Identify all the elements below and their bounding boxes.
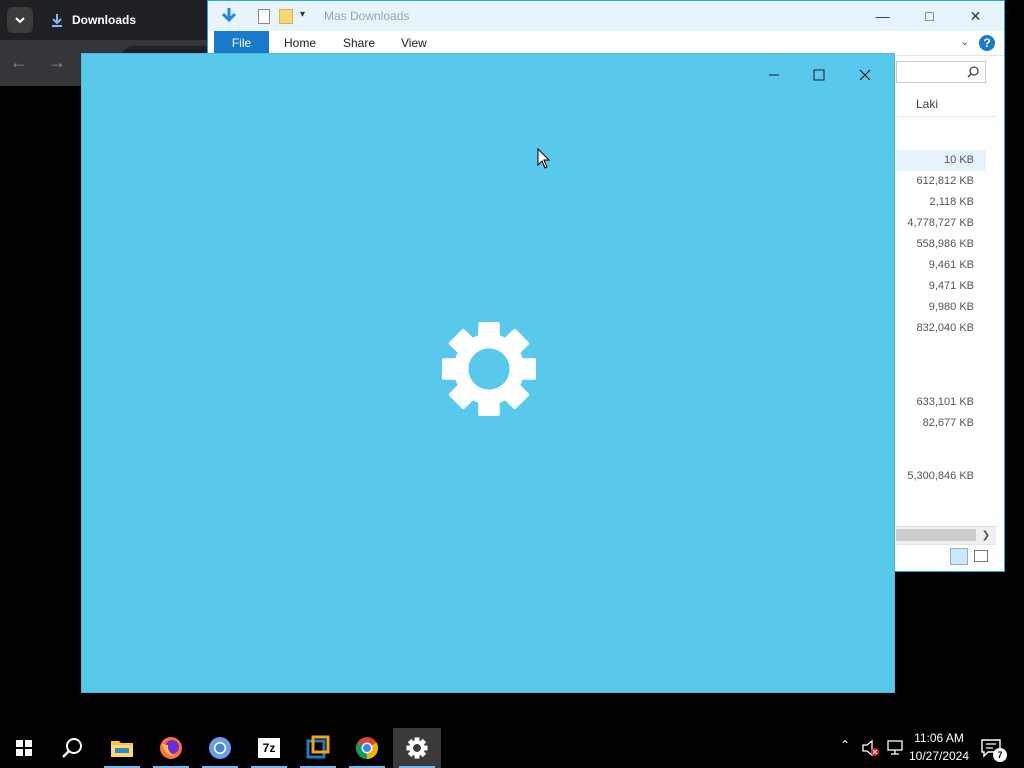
taskbar-chromium[interactable] xyxy=(196,728,244,768)
explorer-title-bar: ▾ Mas Downloads — □ ✕ xyxy=(208,1,1004,31)
forward-arrow-icon[interactable]: → xyxy=(48,52,66,73)
7zip-icon: 7z xyxy=(258,738,280,758)
gear-icon xyxy=(440,320,538,423)
windows-logo-icon xyxy=(16,740,32,756)
start-button[interactable] xyxy=(0,728,48,768)
ribbon-tab-share[interactable]: Share xyxy=(343,36,375,50)
settings-icon xyxy=(406,737,428,759)
chromium-icon xyxy=(209,737,231,759)
ribbon-tab-home[interactable]: Home xyxy=(284,36,316,50)
clock-time[interactable]: 11:06 AM xyxy=(904,731,974,745)
notification-count-badge: 7 xyxy=(993,748,1007,762)
file-size-cell: 633,101 KB xyxy=(916,396,975,408)
taskbar-7zip[interactable]: 7z xyxy=(245,728,293,768)
file-size-cell: 82,677 KB xyxy=(922,417,974,429)
details-view-icon[interactable] xyxy=(950,548,968,565)
tab-search-dropdown[interactable] xyxy=(7,7,33,33)
settings-window xyxy=(81,53,895,693)
file-size-cell: 558,986 KB xyxy=(916,238,975,250)
file-size-cell: 9,461 KB xyxy=(928,259,974,271)
taskbar-virtualbox[interactable] xyxy=(294,728,342,768)
downloads-tab-label[interactable]: Downloads xyxy=(72,13,136,27)
settings-maximize-button[interactable] xyxy=(799,60,839,90)
explorer-title: Mas Downloads xyxy=(324,9,410,23)
file-size-cell: 9,471 KB xyxy=(928,280,974,292)
file-size-cell: 832,040 KB xyxy=(916,322,975,334)
mouse-cursor-icon xyxy=(537,147,551,175)
large-icons-view-icon[interactable] xyxy=(974,550,988,562)
file-size-cell: 2,118 KB xyxy=(929,196,974,208)
chevron-down-icon xyxy=(15,17,25,24)
ribbon-tab-view[interactable]: View xyxy=(401,36,427,50)
firefox-icon xyxy=(160,737,182,759)
file-explorer-icon xyxy=(111,741,133,757)
virtualbox-icon xyxy=(306,735,330,759)
clock-date[interactable]: 10/27/2024 xyxy=(904,749,974,763)
taskbar-firefox[interactable] xyxy=(147,728,195,768)
taskbar-settings[interactable] xyxy=(393,728,441,768)
scrollbar-thumb[interactable] xyxy=(896,529,976,541)
quick-access-download-icon xyxy=(220,7,238,30)
taskbar-chrome[interactable] xyxy=(343,728,391,768)
network-icon[interactable] xyxy=(886,739,904,762)
maximize-icon xyxy=(813,69,825,81)
volume-muted-icon[interactable] xyxy=(861,739,881,762)
show-hidden-icons-chevron-up-icon[interactable]: ⌃ xyxy=(840,738,850,752)
file-list-size-column: 10 KB 612,812 KB 2,118 KB 4,778,727 KB 5… xyxy=(896,1,996,573)
minimize-icon xyxy=(769,74,779,76)
back-arrow-icon[interactable]: ← xyxy=(10,52,28,73)
close-icon xyxy=(859,69,871,81)
taskbar: 7z ⌃ xyxy=(0,728,1024,768)
chrome-icon xyxy=(356,737,378,759)
properties-icon[interactable] xyxy=(258,9,270,24)
file-size-cell: 4,778,727 KB xyxy=(907,217,974,229)
file-size-cell: 5,300,846 KB xyxy=(907,470,974,482)
settings-close-button[interactable] xyxy=(845,60,885,90)
file-size-cell: 612,812 KB xyxy=(916,175,975,187)
explorer-status-bar xyxy=(896,544,996,569)
scroll-right-icon[interactable]: ❯ xyxy=(978,527,994,543)
horizontal-scrollbar[interactable]: ❯ xyxy=(896,526,996,544)
file-size-cell: 9,980 KB xyxy=(928,301,974,313)
settings-minimize-button[interactable] xyxy=(754,60,794,90)
new-folder-icon[interactable] xyxy=(279,9,293,24)
taskbar-search-button[interactable] xyxy=(48,728,96,768)
customize-toolbar-icon[interactable]: ▾ xyxy=(300,9,305,20)
download-icon xyxy=(50,13,64,32)
taskbar-file-explorer[interactable] xyxy=(98,728,146,768)
file-size-cell: 10 KB xyxy=(944,154,974,166)
search-icon xyxy=(62,738,82,758)
ribbon-tab-file[interactable]: File xyxy=(214,31,269,55)
